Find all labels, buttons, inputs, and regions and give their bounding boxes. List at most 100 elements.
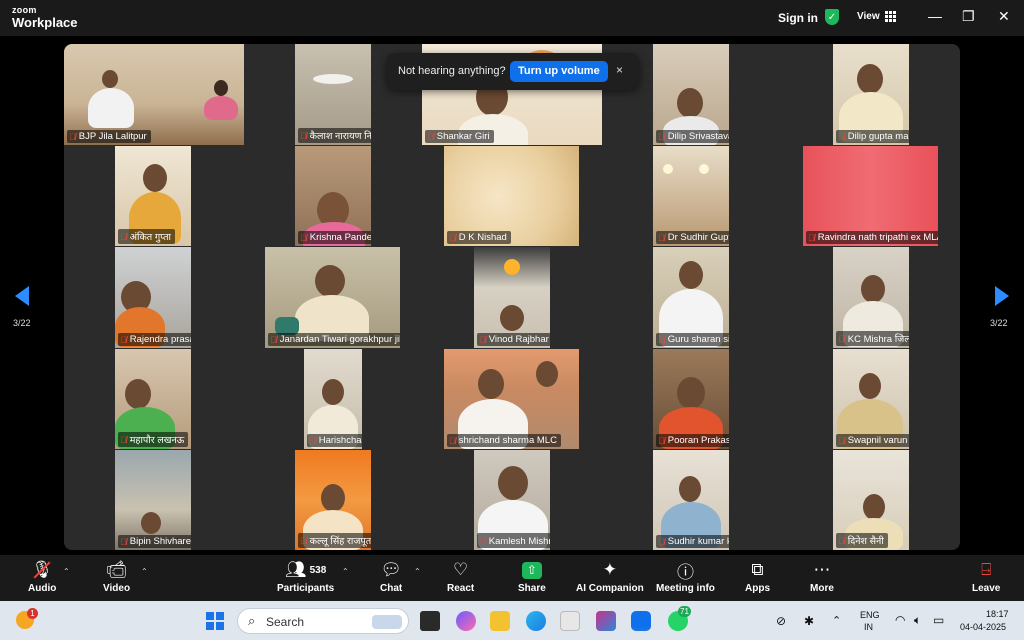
toast-close-icon[interactable]: ×: [616, 63, 623, 77]
chat-button[interactable]: 💬︎ Chat: [380, 559, 402, 594]
show-hidden-icons-icon[interactable]: ⌃: [832, 614, 841, 627]
participant-name: 🎙̸ Janardan Tiwari gorakhpur jila: [268, 333, 400, 346]
view-button[interactable]: View: [857, 11, 896, 22]
chat-icon: 💬︎: [380, 560, 402, 579]
wifi-icon[interactable]: ◠: [895, 613, 905, 627]
video-tile[interactable]: 🎙̸ दिनेश सैनी: [833, 450, 909, 550]
video-tile[interactable]: 🎙̸ महापौर लखनऊ: [115, 349, 191, 449]
zoom-logo: zoom Workplace: [12, 5, 78, 30]
ai-companion-button[interactable]: ✦ AI Companion: [576, 559, 644, 594]
mic-muted-icon: 🎙̸: [838, 333, 845, 344]
video-tile[interactable]: 🎙̸Dilip gupta mandal parohari chau...: [833, 44, 909, 145]
video-button[interactable]: 📹︎ Video: [103, 559, 130, 594]
video-tile[interactable]: 🎙̸कैलाश नारायण निरंजन अध्यक्ष जिला पं...: [295, 44, 371, 145]
video-tile[interactable]: 🎙̸Guru sharan singh lodhi jila maha...: [653, 247, 729, 348]
turn-up-volume-button[interactable]: Turn up volume: [510, 61, 608, 82]
participants-button[interactable]: 👥︎ 538 Participants: [277, 559, 334, 594]
mic-muted-icon: 🎙̸: [120, 536, 127, 547]
previous-page-icon[interactable]: [15, 286, 29, 306]
participants-options-chevron-icon[interactable]: ⌃: [342, 567, 349, 576]
mic-muted-icon: 🎙̸: [658, 131, 665, 142]
video-tile[interactable]: 🎙̸ shrichand sharma MLC: [444, 349, 579, 449]
participant-name: 🎙̸Rajendra prasad srivastava: [118, 333, 191, 346]
close-icon[interactable]: ✕: [998, 8, 1010, 25]
mic-muted-icon: 🎙̸: [309, 435, 316, 446]
video-tile[interactable]: 🎙̸Kamlesh Mishra,क्षेत्रीय अध्यक्ष, भाजप…: [474, 450, 550, 550]
language-primary[interactable]: ENG: [860, 610, 880, 620]
react-button[interactable]: ♡ React: [447, 559, 474, 594]
video-tile[interactable]: 🎙̸ कल्लू सिंह राजपूत: [295, 450, 371, 550]
minimize-icon[interactable]: —: [928, 8, 942, 24]
video-tile[interactable]: 🎙̸Sudhir kumar khatik: [653, 450, 729, 550]
bluetooth-icon[interactable]: ✱: [804, 614, 814, 628]
taskbar-search-input[interactable]: ⌕ Search: [237, 608, 409, 634]
video-tile[interactable]: 🎙̸Krishna Pandey jila mantri Ballia B...: [295, 146, 371, 246]
video-tile[interactable]: 🎙̸ अंकित गुप्ता: [115, 146, 191, 246]
video-tile[interactable]: 🎙̸Pooran Prakash: [653, 349, 729, 449]
page-indicator-left: 3/22: [13, 318, 31, 328]
maximize-icon[interactable]: ❐: [962, 8, 975, 25]
clock-time[interactable]: 18:17: [986, 609, 1009, 619]
toast-message: Not hearing anything?: [398, 65, 506, 77]
video-tile[interactable]: 🎙̸ D K Nishad: [444, 146, 579, 246]
store-icon[interactable]: [560, 611, 580, 631]
leave-door-icon: ⍈: [981, 560, 992, 579]
volume-icon[interactable]: 🔈︎: [914, 613, 921, 628]
shield-check-icon[interactable]: ✓: [825, 9, 839, 25]
mic-muted-icon: 🎙̸: [808, 232, 815, 243]
video-tile[interactable]: 🎙̸ Bipin Shivhare: [115, 450, 191, 550]
next-page-icon[interactable]: [995, 286, 1009, 306]
participants-icon: 👥︎ 538: [284, 560, 327, 579]
participant-name: 🎙̸ कल्लू सिंह राजपूत: [298, 533, 371, 548]
leave-button[interactable]: ⍈ Leave: [972, 559, 1000, 594]
sign-in-link[interactable]: Sign in: [778, 11, 818, 25]
participant-name: 🎙̸Dilip gupta mandal parohari chau...: [836, 130, 909, 143]
m365-icon[interactable]: [596, 611, 616, 631]
file-explorer-icon[interactable]: [490, 611, 510, 631]
audio-options-chevron-icon[interactable]: ⌃: [63, 567, 70, 576]
participant-name: 🎙̸ Swapnil varun: [836, 434, 909, 447]
edge-icon[interactable]: [526, 611, 546, 631]
video-tile[interactable]: 🎙̸ BJP Jila Lalitpur: [64, 44, 244, 145]
participant-name: 🎙̸Guru sharan singh lodhi jila maha...: [656, 333, 729, 346]
participant-name: 🎙̸ Bipin Shivhare: [118, 535, 191, 548]
participant-name: 🎙̸Harishchandra Rawat Jiladhyaksh ...: [307, 434, 362, 447]
share-button[interactable]: ⇧ Share: [518, 559, 546, 594]
copilot-icon[interactable]: [456, 611, 476, 631]
share-arrow-icon: ⇧: [521, 559, 542, 581]
video-tile[interactable]: 🎙̸Vinod Rajbhar jilaadhyaksh lalganj: [474, 247, 550, 348]
meeting-info-button[interactable]: ⓘ Meeting info: [656, 559, 715, 595]
battery-icon[interactable]: ▭: [933, 613, 944, 627]
video-options-chevron-icon[interactable]: ⌃: [141, 567, 148, 576]
language-secondary[interactable]: IN: [864, 622, 873, 632]
network-off-icon[interactable]: ⊘: [776, 614, 786, 628]
more-button[interactable]: ⋯ More: [810, 559, 834, 594]
video-tile[interactable]: 🎙̸KC Mishra जिलाअध्यक्ष शाहजहांपुर बी...: [833, 247, 909, 348]
grid-icon: [884, 11, 896, 22]
clock-date[interactable]: 04-04-2025: [960, 622, 1006, 632]
mic-muted-icon: 🎙̸: [479, 535, 486, 546]
zoom-taskbar-icon[interactable]: [631, 611, 651, 631]
video-tile[interactable]: 🎙̸ Dilip Srivastava: [653, 44, 729, 145]
video-tile[interactable]: 🎙̸ Swapnil varun: [833, 349, 909, 449]
participant-name: 🎙̸Vinod Rajbhar jilaadhyaksh lalganj: [477, 333, 550, 346]
audio-button[interactable]: 🎙 Audio: [28, 559, 56, 594]
video-tile[interactable]: 🎙̸Harishchandra Rawat Jiladhyaksh ...: [304, 349, 362, 449]
chat-options-chevron-icon[interactable]: ⌃: [414, 567, 421, 576]
participant-name: 🎙̸कैलाश नारायण निरंजन अध्यक्ष जिला पं...: [298, 128, 371, 143]
video-tile[interactable]: 🎙̸ Ravindra nath tripathi ex MLA: [803, 146, 938, 246]
task-view-icon[interactable]: [420, 611, 440, 631]
participant-name: 🎙̸Sudhir kumar khatik: [656, 535, 729, 548]
participant-name: 🎙̸ BJP Jila Lalitpur: [67, 130, 151, 143]
apps-button[interactable]: ⧉ Apps: [745, 559, 770, 594]
mic-muted-icon: 🎙̸: [479, 334, 486, 345]
video-tile[interactable]: 🎙̸ Janardan Tiwari gorakhpur jila: [265, 247, 400, 348]
whatsapp-badge: 71: [678, 606, 691, 617]
windows-start-icon[interactable]: [206, 612, 224, 630]
video-tile[interactable]: 🎙̸Rajendra prasad srivastava: [115, 247, 191, 348]
view-label: View: [857, 11, 880, 22]
mic-muted-icon: 🎙̸: [658, 435, 665, 446]
participant-name: 🎙̸ Ravindra nath tripathi ex MLA: [806, 231, 938, 244]
logo-line1: zoom: [12, 5, 37, 15]
video-tile[interactable]: 🎙̸Dr Sudhir Gupta MLC,Pilibhit/sha...: [653, 146, 729, 246]
